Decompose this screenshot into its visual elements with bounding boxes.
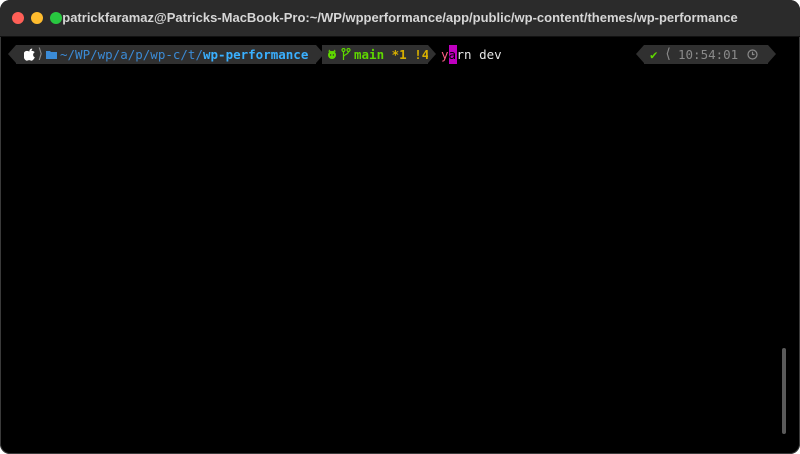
modified-count: !4 [414,47,430,62]
command-input[interactable]: yarn dev [441,45,502,64]
prompt-time: 10:54:01 [678,47,739,62]
path-prefix: ~/WP/wp/a/p/wp-c/t/ [60,47,203,62]
branch-name: main [354,47,385,62]
git-status: main *1 !4 [354,45,429,64]
status-segment: ✔ ⟨ 10:54:01 [636,45,776,64]
prompt-line: ⟩ ~/WP/wp/a/p/wp-c/t/wp-performance main… [0,45,800,64]
apple-icon [24,48,35,61]
github-icon [328,49,336,59]
text-cursor: a [448,45,457,64]
command-rest: rn dev [456,47,502,62]
check-icon: ✔ [650,47,658,62]
segment-separator: ⟩ [36,46,45,62]
clock-icon [747,49,758,60]
path-current-dir: wp-performance [203,47,309,62]
path-segment: ⟩ ~/WP/wp/a/p/wp-c/t/wp-performance [8,45,324,64]
folder-icon [46,51,57,59]
staged-count: *1 [391,47,407,62]
terminal-window: patrickfaramaz@Patricks-MacBook-Pro:~/WP… [0,0,800,454]
scrollbar[interactable] [782,348,786,434]
git-segment: main *1 !4 [322,45,436,64]
current-path: ~/WP/wp/a/p/wp-c/t/wp-performance [60,45,308,64]
title-bar: patrickfaramaz@Patricks-MacBook-Pro:~/WP… [0,0,800,37]
window-title: patrickfaramaz@Patricks-MacBook-Pro:~/WP… [62,10,738,25]
segment-separator: ⟨ [664,46,673,62]
branch-icon [341,48,351,60]
command-first-char: y [441,47,449,62]
